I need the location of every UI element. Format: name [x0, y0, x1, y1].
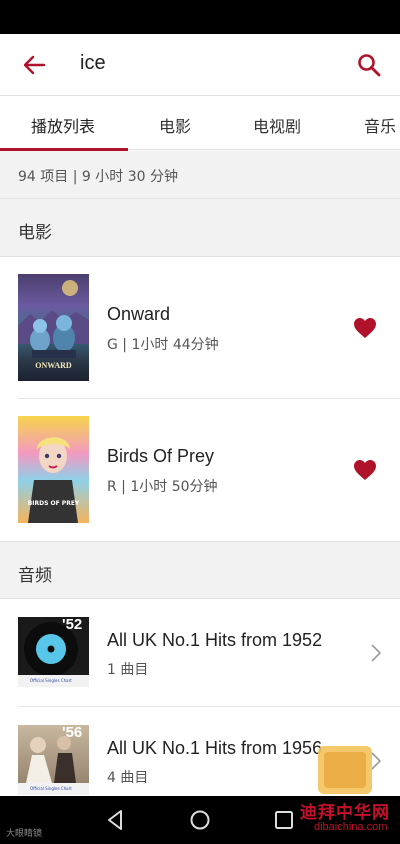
- onward-poster-title: ONWARD: [35, 361, 72, 370]
- heart-icon[interactable]: [353, 459, 377, 481]
- results-summary-text: 94 项目 | 9 小时 30 分钟: [18, 169, 178, 185]
- nav-back-icon[interactable]: [104, 808, 128, 832]
- tab-bar: 播放列表 电影 电视剧 音乐: [0, 96, 400, 150]
- album-title: All UK No.1 Hits from 1956: [107, 738, 323, 758]
- watermark-en-text: dibaichina.com: [314, 821, 388, 833]
- album-track-count: 4 曲目: [107, 770, 149, 786]
- section-header-audio: 音频: [0, 541, 400, 599]
- cover-caption: Official Singles Chart: [30, 786, 72, 791]
- album-title: All UK No.1 Hits from 1952: [107, 630, 323, 650]
- movie-row-onward[interactable]: ONWARD Onward G | 1小时 44分钟: [0, 257, 400, 399]
- section-title-audio: 音频: [18, 566, 52, 586]
- movie-meta: R | 1小时 50分钟: [107, 479, 218, 495]
- movie-meta: G | 1小时 44分钟: [107, 337, 219, 353]
- watermark-badge: [318, 746, 372, 794]
- tab-tv-shows[interactable]: 电视剧: [253, 113, 301, 137]
- status-bar: [0, 0, 400, 34]
- movie-title: Onward: [107, 304, 171, 324]
- movie-poster-onward: ONWARD: [18, 274, 89, 381]
- album-cover-1952: '52 Official Singles Chart: [18, 617, 89, 687]
- cover-year: '52: [62, 617, 83, 633]
- cover-year: '56: [62, 725, 83, 741]
- album-track-count: 1 曲目: [107, 662, 149, 678]
- movie-row-birds-of-prey[interactable]: BIRDS OF PREY Birds Of Prey R | 1小时 50分钟: [0, 399, 400, 541]
- nav-home-icon[interactable]: [188, 808, 212, 832]
- tab-music[interactable]: 音乐: [364, 113, 396, 137]
- tab-movies[interactable]: 电影: [159, 113, 191, 137]
- watermark-badge-inner: [324, 752, 366, 788]
- movie-poster-birds-of-prey: BIRDS OF PREY: [18, 416, 89, 523]
- birds-poster-title: BIRDS OF PREY: [27, 500, 80, 507]
- back-arrow-icon[interactable]: [20, 51, 48, 79]
- site-watermark-logo: 迪拜中华网 dibaichina.com: [296, 746, 400, 844]
- tab-playlists[interactable]: 播放列表: [31, 113, 95, 137]
- results-summary: 94 项目 | 9 小时 30 分钟: [0, 151, 400, 199]
- heart-icon[interactable]: [353, 317, 377, 339]
- audio-row-1952[interactable]: '52 Official Singles Chart All UK No.1 H…: [0, 599, 400, 707]
- chevron-right-icon[interactable]: [370, 643, 382, 663]
- search-query[interactable]: ice: [80, 52, 106, 75]
- watermark-text: 大眼睛镜: [6, 829, 43, 839]
- section-title-movies: 电影: [18, 223, 52, 243]
- search-bar: ice: [0, 34, 400, 96]
- search-icon[interactable]: [356, 52, 382, 78]
- watermark-cn-text: 迪拜中华网: [300, 803, 390, 823]
- album-cover-1956: '56 Official Singles Chart: [18, 725, 89, 795]
- section-header-movies: 电影: [0, 199, 400, 257]
- nav-recents-icon[interactable]: [272, 808, 296, 832]
- cover-caption: Official Singles Chart: [30, 678, 72, 683]
- movie-title: Birds Of Prey: [107, 446, 215, 466]
